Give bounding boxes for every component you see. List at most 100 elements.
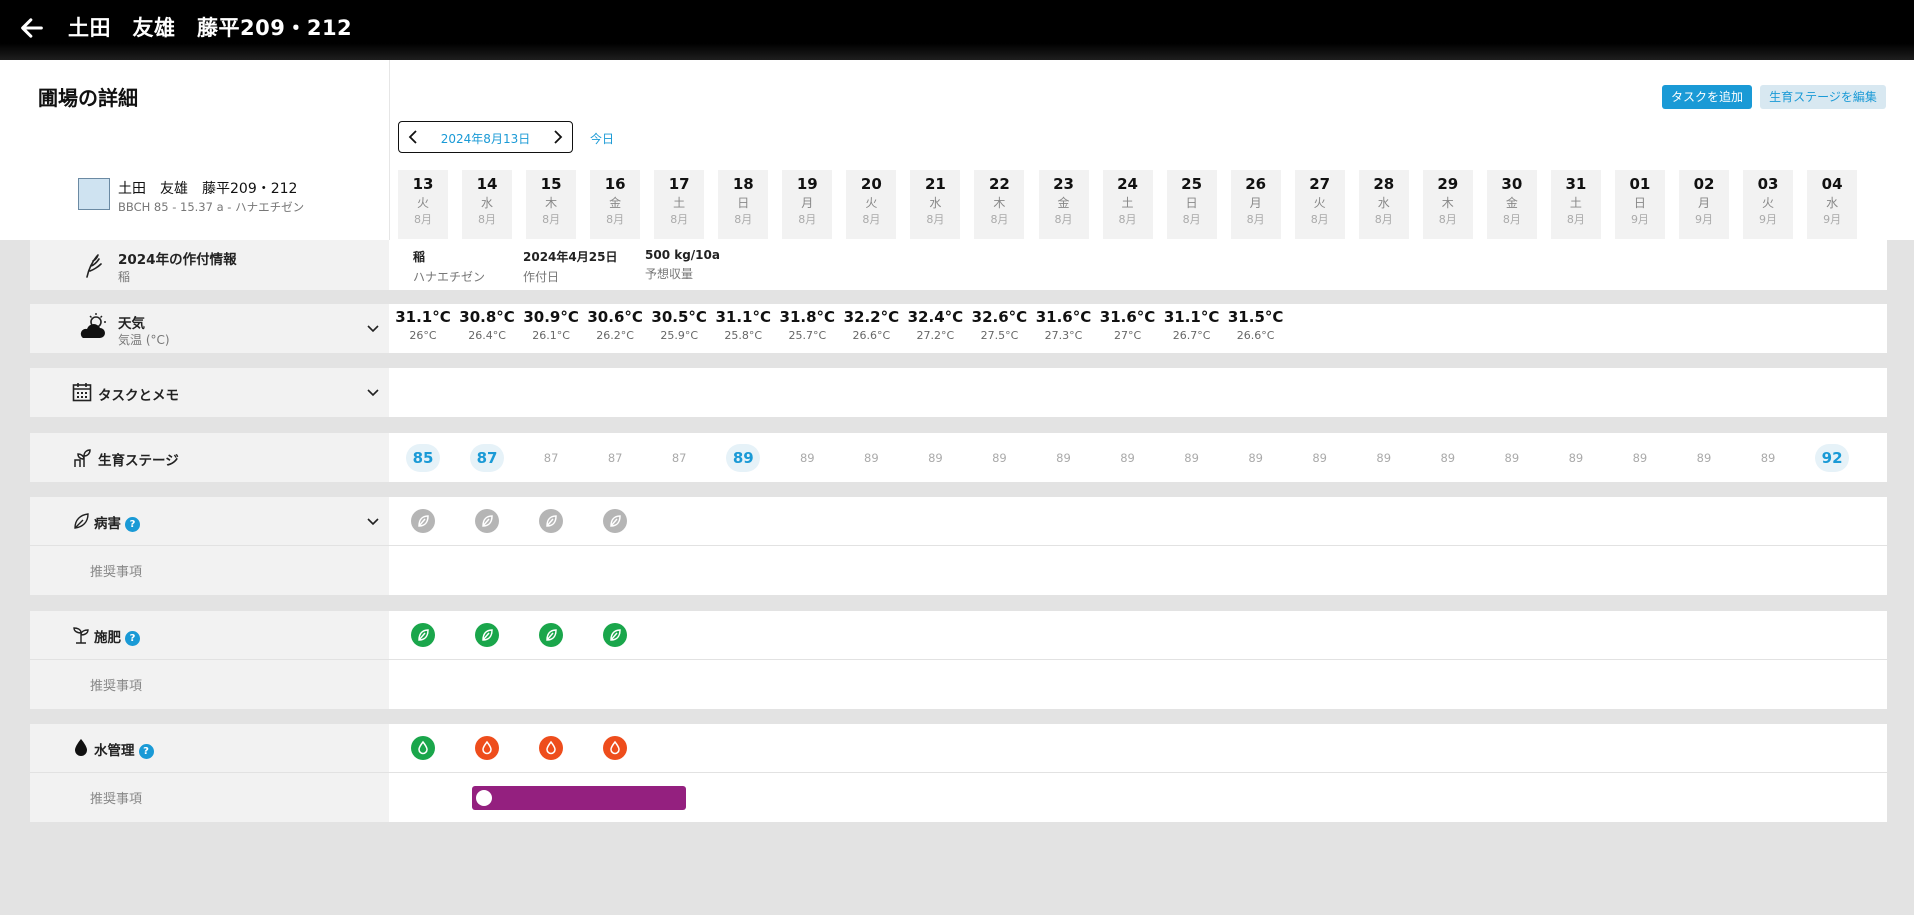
weather-sublabel: 気温 (°C) [118, 333, 170, 347]
high-temp: 31.6°C [1099, 308, 1156, 326]
disease-leaf-icon[interactable] [539, 509, 564, 533]
day-column[interactable]: 13 火 8月 [398, 170, 448, 239]
high-temp: 32.2°C [843, 308, 900, 326]
day-column[interactable]: 15 木 8月 [526, 170, 577, 239]
day-column[interactable]: 29 木 8月 [1422, 170, 1473, 239]
growth-stage-value: 89 [1056, 451, 1071, 465]
day-weekday: 金 [1057, 196, 1070, 210]
day-number: 21 [924, 175, 946, 193]
day-column[interactable]: 01 日 9月 [1614, 170, 1665, 239]
day-weekday: 日 [737, 196, 750, 210]
day-column[interactable]: 31 土 8月 [1550, 170, 1601, 239]
water-management-row: 水管理? 推奨事項 [30, 724, 1887, 822]
current-date[interactable]: 2024年8月13日 [399, 130, 572, 147]
day-column[interactable]: 04 水 9月 [1807, 170, 1858, 239]
crop-expected-yield: 500 kg/10a 予想収量 [645, 248, 720, 282]
divider [30, 659, 1887, 660]
day-weekday: 木 [1441, 196, 1454, 210]
day-weekday: 火 [865, 196, 878, 210]
help-icon[interactable]: ? [125, 516, 140, 532]
day-month: 9月 [1630, 213, 1649, 226]
water-drop-icon[interactable] [475, 736, 500, 760]
water-drop-icon[interactable] [539, 736, 564, 760]
low-temp: 27°C [1113, 329, 1142, 342]
chevron-down-icon[interactable] [366, 321, 380, 335]
growth-stage-value: 87 [607, 451, 623, 465]
day-column[interactable]: 19 月 8月 [782, 170, 833, 239]
edit-growth-stage-button[interactable]: 生育ステージを編集 [1760, 85, 1886, 109]
day-weekday: 日 [1633, 196, 1646, 210]
water-label-text: 水管理 [94, 743, 135, 759]
weather-day: 31.6°C 27.3°C [1034, 308, 1094, 342]
fertilizer-sprout-icon[interactable] [603, 623, 628, 647]
field-shape-icon [78, 178, 110, 210]
help-icon[interactable]: ? [125, 630, 140, 646]
chevron-down-icon[interactable] [366, 385, 380, 399]
chevron-down-icon[interactable] [366, 514, 380, 528]
day-column[interactable]: 23 金 8月 [1038, 170, 1089, 239]
water-label: 水管理? [94, 739, 154, 759]
growth-stage-value: 89 [1760, 451, 1776, 465]
day-column[interactable]: 21 水 8月 [910, 170, 961, 239]
high-temp: 30.8°C [459, 308, 515, 326]
day-month: 9月 [1823, 213, 1842, 226]
day-month: 8月 [734, 213, 753, 226]
day-column[interactable]: 28 水 8月 [1358, 170, 1409, 239]
add-task-button[interactable]: タスクを追加 [1662, 85, 1752, 109]
day-number: 20 [860, 175, 882, 193]
day-number: 31 [1565, 175, 1587, 193]
day-weekday: 木 [993, 196, 1006, 210]
day-month: 9月 [1759, 213, 1778, 226]
disease-leaf-icon[interactable] [411, 509, 435, 533]
disease-leaf-icon[interactable] [603, 509, 628, 533]
weather-day: 32.4°C 27.2°C [905, 308, 965, 342]
day-column[interactable]: 14 水 8月 [462, 170, 513, 239]
yield-value: 500 kg/10a [645, 248, 720, 262]
day-month: 8月 [862, 213, 881, 226]
disease-leaf-icon[interactable] [475, 509, 500, 533]
fertilizer-sprout-icon[interactable] [475, 623, 500, 647]
low-temp: 27.2°C [916, 329, 955, 342]
day-number: 01 [1629, 175, 1651, 193]
fertilizer-sprout-icon[interactable] [539, 623, 564, 647]
day-column[interactable]: 02 月 9月 [1679, 170, 1729, 239]
high-temp: 31.5°C [1227, 308, 1284, 326]
low-temp: 27.5°C [980, 329, 1019, 342]
page-title: 圃場の詳細 [38, 86, 138, 110]
water-drop-icon[interactable] [603, 736, 628, 760]
disease-leaf-icon [74, 513, 89, 529]
day-column[interactable]: 22 木 8月 [974, 170, 1025, 239]
day-column[interactable]: 16 金 8月 [590, 170, 641, 239]
chevron-right-icon[interactable] [548, 128, 566, 146]
day-column[interactable]: 26 月 8月 [1230, 170, 1281, 239]
water-drop-icon[interactable] [411, 736, 435, 760]
help-icon[interactable]: ? [138, 743, 154, 759]
fertilizer-recommendation-label: 推奨事項 [90, 679, 143, 694]
today-link[interactable]: 今日 [590, 130, 614, 147]
water-recommendation-label: 推奨事項 [90, 792, 143, 807]
day-number: 19 [796, 175, 818, 193]
high-temp: 30.9°C [523, 308, 579, 326]
day-weekday: 火 [1762, 196, 1775, 210]
day-weekday: 金 [1505, 196, 1518, 210]
day-column[interactable]: 27 火 8月 [1294, 170, 1345, 239]
day-weekday: 月 [1249, 196, 1262, 210]
day-month: 8月 [414, 213, 432, 226]
day-number: 03 [1757, 175, 1779, 193]
day-column[interactable]: 18 日 8月 [718, 170, 769, 239]
high-temp: 32.4°C [907, 308, 964, 326]
day-column[interactable]: 30 金 8月 [1486, 170, 1537, 239]
day-column[interactable]: 03 火 9月 [1743, 170, 1794, 239]
day-column[interactable]: 20 火 8月 [846, 170, 897, 239]
high-temp: 30.5°C [651, 308, 707, 326]
day-number: 14 [476, 175, 498, 193]
water-recommendation-bar[interactable] [472, 786, 686, 810]
day-column[interactable]: 25 日 8月 [1166, 170, 1217, 239]
fertilizer-sprout-icon[interactable] [411, 623, 435, 647]
day-column[interactable]: 17 土 8月 [654, 170, 705, 239]
day-column[interactable]: 24 土 8月 [1102, 170, 1153, 239]
low-temp: 26.6°C [1236, 329, 1275, 342]
back-arrow-icon[interactable] [18, 14, 46, 42]
low-temp: 26.6°C [852, 329, 891, 342]
field-name: 土田 友雄 藤平209・212 [118, 181, 298, 197]
